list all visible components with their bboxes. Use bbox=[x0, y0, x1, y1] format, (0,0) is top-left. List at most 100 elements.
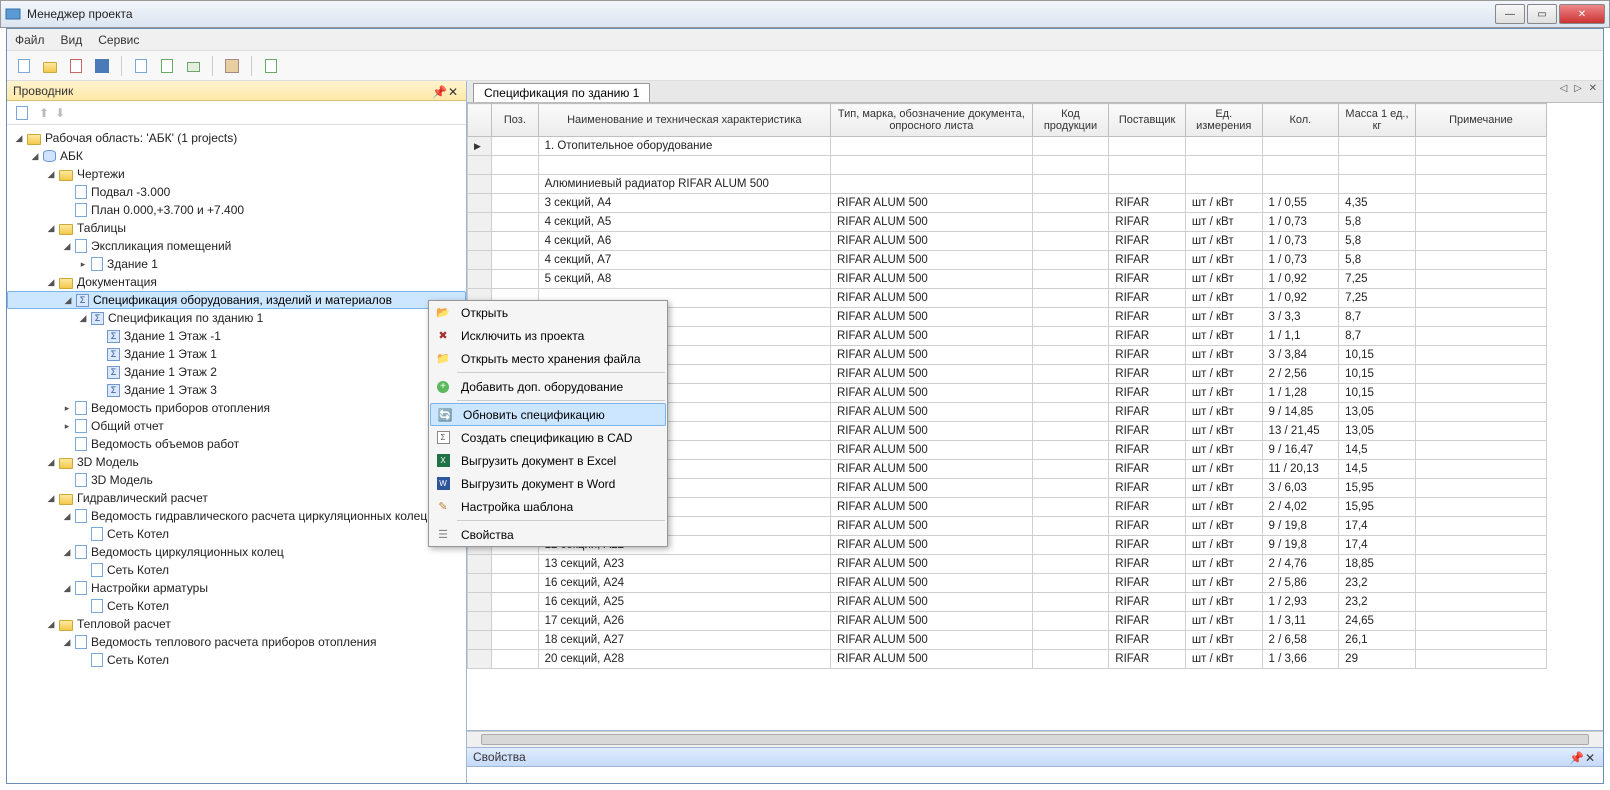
cell-type[interactable]: RIFAR ALUM 500 bbox=[831, 517, 1033, 536]
cell-qty[interactable]: 2 / 4,76 bbox=[1262, 555, 1339, 574]
cell-note[interactable] bbox=[1415, 346, 1546, 365]
cell-type[interactable]: RIFAR ALUM 500 bbox=[831, 213, 1033, 232]
cell-unit[interactable]: шт / кВт bbox=[1185, 213, 1262, 232]
tb-save[interactable] bbox=[91, 55, 113, 77]
cell-sup[interactable]: RIFAR bbox=[1109, 213, 1186, 232]
ctx-template[interactable]: ✎Настройка шаблона bbox=[429, 495, 667, 518]
cell-pos[interactable] bbox=[492, 156, 538, 175]
cell-note[interactable] bbox=[1415, 270, 1546, 289]
cell-unit[interactable]: шт / кВт bbox=[1185, 612, 1262, 631]
cell-qty[interactable]: 3 / 6,03 bbox=[1262, 479, 1339, 498]
table-row[interactable]: 3 секций, А4RIFAR ALUM 500RIFARшт / кВт1… bbox=[468, 194, 1547, 213]
cell-unit[interactable] bbox=[1185, 137, 1262, 156]
col-name[interactable]: Наименование и техническая характеристик… bbox=[538, 104, 830, 137]
cell-type[interactable]: RIFAR ALUM 500 bbox=[831, 251, 1033, 270]
cell-note[interactable] bbox=[1415, 365, 1546, 384]
col-pos[interactable]: Поз. bbox=[492, 104, 538, 137]
cell-note[interactable] bbox=[1415, 498, 1546, 517]
cell-pos[interactable] bbox=[492, 137, 538, 156]
cell-sup[interactable]: RIFAR bbox=[1109, 650, 1186, 669]
cell-qty[interactable]: 2 / 2,56 bbox=[1262, 365, 1339, 384]
cell-qty[interactable]: 1 / 3,11 bbox=[1262, 612, 1339, 631]
cell-qty[interactable] bbox=[1262, 175, 1339, 194]
tree-hydr-all[interactable]: ◢Ведомость гидравлического расчета цирку… bbox=[7, 507, 466, 525]
cell-qty[interactable]: 9 / 14,85 bbox=[1262, 403, 1339, 422]
menu-service[interactable]: Сервис bbox=[98, 33, 139, 47]
row-header[interactable] bbox=[468, 574, 492, 593]
cell-code[interactable] bbox=[1032, 593, 1109, 612]
cell-sup[interactable]: RIFAR bbox=[1109, 346, 1186, 365]
cell-sup[interactable]: RIFAR bbox=[1109, 327, 1186, 346]
cell-code[interactable] bbox=[1032, 270, 1109, 289]
cell-unit[interactable]: шт / кВт bbox=[1185, 194, 1262, 213]
row-header[interactable] bbox=[468, 270, 492, 289]
cell-type[interactable]: RIFAR ALUM 500 bbox=[831, 270, 1033, 289]
cell-name[interactable]: 4 секций, А6 bbox=[538, 232, 830, 251]
tree-heating-list[interactable]: ▸Ведомость приборов отопления bbox=[7, 399, 466, 417]
cell-qty[interactable] bbox=[1262, 137, 1339, 156]
cell-sup[interactable]: RIFAR bbox=[1109, 631, 1186, 650]
cell-type[interactable]: RIFAR ALUM 500 bbox=[831, 593, 1033, 612]
cell-sup[interactable]: RIFAR bbox=[1109, 479, 1186, 498]
cell-type[interactable]: RIFAR ALUM 500 bbox=[831, 612, 1033, 631]
table-row[interactable]: 17 секций, А26RIFAR ALUM 500RIFARшт / кВ… bbox=[468, 612, 1547, 631]
cell-note[interactable] bbox=[1415, 137, 1546, 156]
cell-qty[interactable]: 9 / 19,8 bbox=[1262, 517, 1339, 536]
ctx-add-equipment[interactable]: +Добавить доп. оборудование bbox=[429, 375, 667, 398]
cell-code[interactable] bbox=[1032, 251, 1109, 270]
cell-code[interactable] bbox=[1032, 498, 1109, 517]
row-header[interactable] bbox=[468, 156, 492, 175]
cell-note[interactable] bbox=[1415, 479, 1546, 498]
cell-pos[interactable] bbox=[492, 574, 538, 593]
ctx-open[interactable]: 📂Открыть bbox=[429, 301, 667, 324]
cell-sup[interactable]: RIFAR bbox=[1109, 403, 1186, 422]
cell-code[interactable] bbox=[1032, 650, 1109, 669]
col-note[interactable]: Примечание bbox=[1415, 104, 1546, 137]
cell-unit[interactable]: шт / кВт bbox=[1185, 441, 1262, 460]
cell-unit[interactable]: шт / кВт bbox=[1185, 498, 1262, 517]
cell-mass[interactable]: 14,5 bbox=[1339, 441, 1416, 460]
ctx-export-word[interactable]: WВыгрузить документ в Word bbox=[429, 472, 667, 495]
cell-unit[interactable]: шт / кВт bbox=[1185, 479, 1262, 498]
cell-pos[interactable] bbox=[492, 650, 538, 669]
cell-name[interactable]: 4 секций, А7 bbox=[538, 251, 830, 270]
cell-code[interactable] bbox=[1032, 232, 1109, 251]
row-header[interactable] bbox=[468, 555, 492, 574]
cell-code[interactable] bbox=[1032, 175, 1109, 194]
cell-unit[interactable]: шт / кВт bbox=[1185, 327, 1262, 346]
cell-code[interactable] bbox=[1032, 460, 1109, 479]
cell-pos[interactable] bbox=[492, 631, 538, 650]
cell-qty[interactable]: 3 / 3,84 bbox=[1262, 346, 1339, 365]
tree-thermal[interactable]: ◢Тепловой расчет bbox=[7, 615, 466, 633]
cell-mass[interactable]: 13,05 bbox=[1339, 403, 1416, 422]
cell-note[interactable] bbox=[1415, 460, 1546, 479]
cell-mass[interactable]: 5,8 bbox=[1339, 232, 1416, 251]
tb-new[interactable] bbox=[13, 55, 35, 77]
cell-pos[interactable] bbox=[492, 612, 538, 631]
cell-unit[interactable]: шт / кВт bbox=[1185, 536, 1262, 555]
row-header[interactable] bbox=[468, 631, 492, 650]
cell-note[interactable] bbox=[1415, 631, 1546, 650]
cell-qty[interactable]: 11 / 20,13 bbox=[1262, 460, 1339, 479]
cell-code[interactable] bbox=[1032, 517, 1109, 536]
close-panel-icon[interactable]: ✕ bbox=[1585, 751, 1597, 763]
table-row[interactable]: 20 секций, А28RIFAR ALUM 500RIFARшт / кВ… bbox=[468, 650, 1547, 669]
cell-mass[interactable]: 8,7 bbox=[1339, 308, 1416, 327]
cell-unit[interactable]: шт / кВт bbox=[1185, 517, 1262, 536]
row-header[interactable] bbox=[468, 175, 492, 194]
tree-hydraulic[interactable]: ◢Гидравлический расчет bbox=[7, 489, 466, 507]
cell-code[interactable] bbox=[1032, 384, 1109, 403]
cell-code[interactable] bbox=[1032, 365, 1109, 384]
cell-mass[interactable]: 18,85 bbox=[1339, 555, 1416, 574]
cell-name[interactable] bbox=[538, 156, 830, 175]
cell-note[interactable] bbox=[1415, 650, 1546, 669]
cell-type[interactable]: RIFAR ALUM 500 bbox=[831, 631, 1033, 650]
cell-type[interactable]: RIFAR ALUM 500 bbox=[831, 422, 1033, 441]
menu-file[interactable]: Файл bbox=[15, 33, 45, 47]
cell-code[interactable] bbox=[1032, 346, 1109, 365]
col-mass[interactable]: Масса 1 ед., кг bbox=[1339, 104, 1416, 137]
cell-unit[interactable] bbox=[1185, 175, 1262, 194]
pin-icon[interactable]: 📌 bbox=[1569, 751, 1581, 763]
tree-view-btn[interactable] bbox=[11, 102, 33, 124]
cell-code[interactable] bbox=[1032, 631, 1109, 650]
